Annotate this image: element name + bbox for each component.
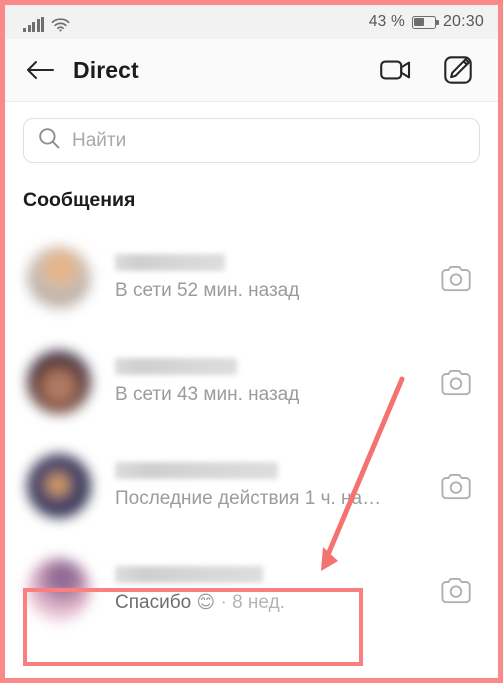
conversation-text-3: Последние действия 1 ч. на… bbox=[115, 462, 426, 510]
conversation-row-3[interactable]: Последние действия 1 ч. на… bbox=[5, 434, 498, 538]
camera-icon[interactable] bbox=[436, 466, 476, 506]
username-redacted bbox=[115, 566, 263, 583]
conversation-subtitle: Последние действия 1 ч. на… bbox=[115, 488, 382, 509]
username-redacted bbox=[115, 358, 237, 375]
phone-screen: 43 % 20:30 Direct Найти Сообщения В сети… bbox=[5, 5, 498, 678]
username-redacted bbox=[115, 254, 225, 271]
status-bar-clock: 20:30 bbox=[442, 13, 484, 30]
message-separator: · bbox=[220, 592, 227, 613]
message-timestamp: 8 нед. bbox=[232, 592, 285, 613]
smiley-emoji-icon: 😊 bbox=[196, 592, 216, 612]
video-camera-icon[interactable] bbox=[376, 50, 416, 90]
avatar[interactable] bbox=[27, 454, 91, 518]
search-box[interactable] bbox=[23, 118, 480, 163]
conversation-list: В сети 52 мин. назад В сети 43 мин. наза… bbox=[5, 226, 498, 642]
status-bar-right: 43 % 20:30 bbox=[369, 13, 484, 31]
conversation-row-1[interactable]: В сети 52 мин. назад bbox=[5, 226, 498, 330]
conversation-text-2: В сети 43 мин. назад bbox=[115, 358, 426, 406]
battery-percent-label: 43 % bbox=[368, 13, 405, 30]
back-arrow-icon[interactable] bbox=[19, 50, 61, 90]
search-section bbox=[5, 102, 498, 163]
conversation-subtitle: В сети 43 мин. назад bbox=[115, 384, 300, 405]
phone-screenshot: 43 % 20:30 Direct Найти Сообщения В сети… bbox=[0, 0, 503, 683]
message-text: Спасибо bbox=[115, 592, 192, 613]
conversation-subtitle: В сети 52 мин. назад bbox=[115, 280, 300, 301]
camera-icon[interactable] bbox=[436, 362, 476, 402]
search-input[interactable] bbox=[72, 129, 465, 152]
camera-icon[interactable] bbox=[436, 258, 476, 298]
avatar[interactable] bbox=[27, 350, 91, 414]
battery-icon bbox=[411, 15, 439, 29]
conversation-row-4[interactable]: Спасибо 😊 · 8 нед. bbox=[5, 538, 498, 642]
camera-icon[interactable] bbox=[436, 570, 476, 610]
section-heading-messages: Сообщения bbox=[23, 189, 136, 211]
compose-pencil-icon[interactable] bbox=[438, 50, 478, 90]
wifi-icon bbox=[51, 17, 70, 32]
status-bar-left bbox=[23, 12, 70, 32]
app-header: Direct bbox=[5, 39, 498, 102]
status-bar: 43 % 20:30 bbox=[5, 5, 498, 39]
conversation-text-4: Спасибо 😊 · 8 нед. bbox=[115, 566, 426, 614]
conversation-preview: Спасибо 😊 · 8 нед. bbox=[115, 592, 426, 614]
username-redacted bbox=[115, 462, 278, 479]
search-icon bbox=[38, 127, 60, 154]
avatar[interactable] bbox=[27, 246, 91, 310]
avatar[interactable] bbox=[27, 558, 91, 622]
conversation-text-1: В сети 52 мин. назад bbox=[115, 254, 426, 302]
page-title: Direct bbox=[73, 56, 139, 83]
signal-bars-icon bbox=[23, 17, 44, 32]
conversation-row-2[interactable]: В сети 43 мин. назад bbox=[5, 330, 498, 434]
